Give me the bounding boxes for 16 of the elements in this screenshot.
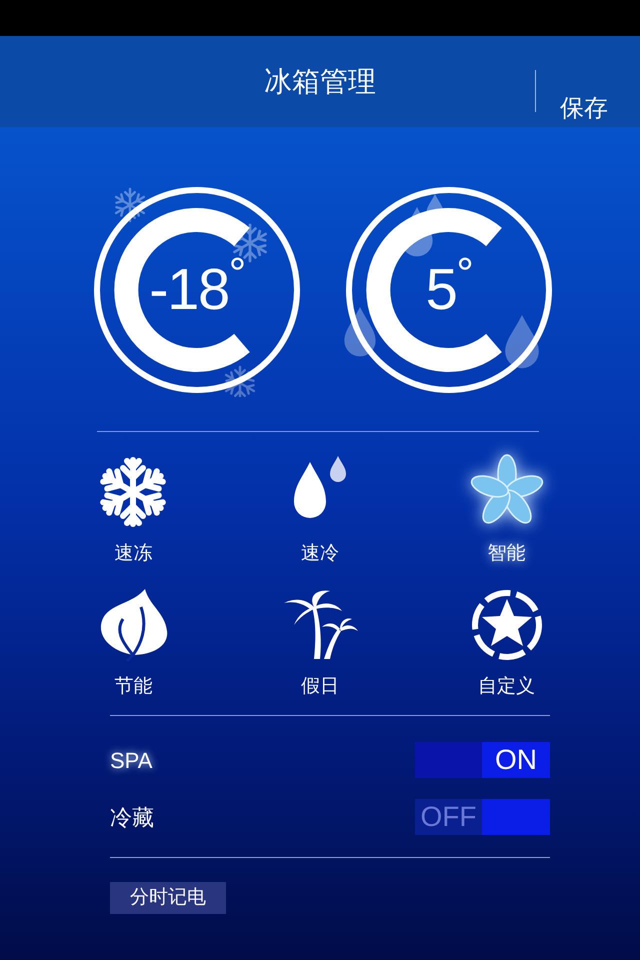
page-title: 冰箱管理 (264, 64, 376, 98)
temperature-reading: -18$^{°}$ (148, 249, 246, 324)
mode-button[interactable]: 速冻 (93, 452, 174, 568)
mode-button[interactable]: 自定义 (466, 584, 547, 701)
time-of-use-button[interactable]: 分时记电 (110, 882, 226, 914)
mode-button[interactable]: 节能 (93, 584, 174, 701)
mode-button[interactable]: 智能 (466, 452, 547, 568)
save-button[interactable]: 保存 (560, 91, 608, 127)
snowflake-icon (224, 366, 256, 397)
mode-button[interactable]: 速冷 (280, 452, 360, 568)
temperature-reading: 5$^{°}$ (424, 249, 474, 324)
toggle-switch[interactable]: ON (415, 742, 550, 778)
mode-button[interactable]: 假日 (280, 584, 360, 701)
setting-label: 冷藏 (110, 804, 154, 832)
snowflake-icon (114, 188, 146, 222)
setting-label: SPA (110, 746, 152, 774)
